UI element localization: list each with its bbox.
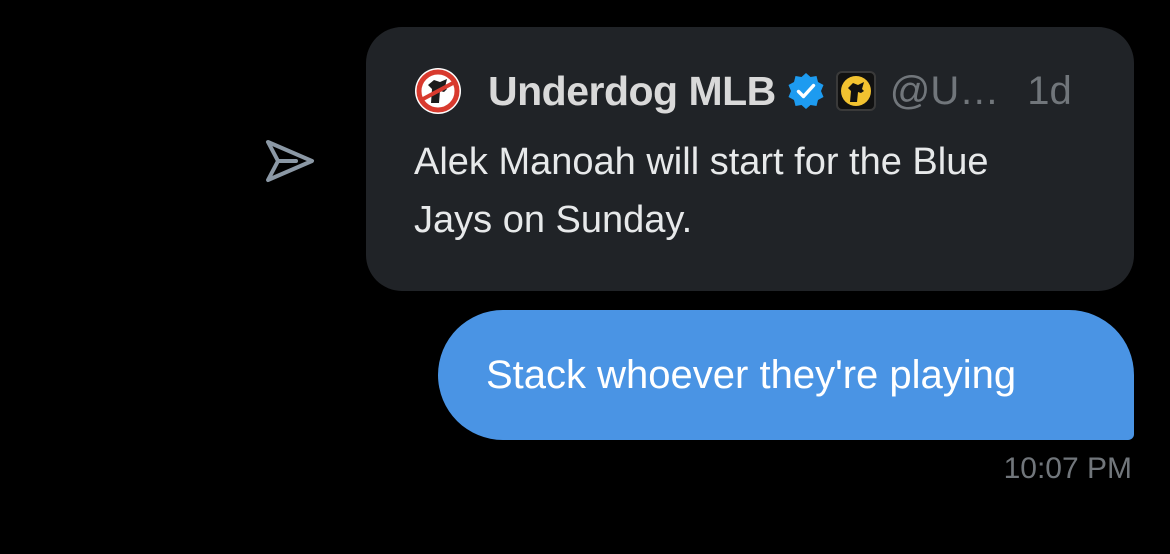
quoted-post-text: Alek Manoah will start for the Blue Jays… xyxy=(414,141,989,241)
message-timestamp: 10:07 PM xyxy=(1003,452,1132,485)
quoted-post-card[interactable]: Underdog MLB @U… 1d Alek Manoah will sta… xyxy=(366,27,1134,291)
sent-message-bubble[interactable]: Stack whoever they're playing xyxy=(438,310,1134,440)
quoted-author-handle[interactable]: @U… xyxy=(890,69,1000,114)
underdog-logo-icon[interactable] xyxy=(414,67,462,115)
quoted-post-time: 1d xyxy=(1027,68,1072,113)
verified-badge-icon xyxy=(786,71,826,111)
quoted-author-name[interactable]: Underdog MLB xyxy=(488,68,776,115)
share-quoted-post-icon[interactable] xyxy=(262,136,318,186)
underdog-affiliate-badge-icon[interactable] xyxy=(835,71,876,111)
quoted-post-header: Underdog MLB @U… 1d xyxy=(414,65,1072,117)
sent-message-text: Stack whoever they're playing xyxy=(486,352,1017,397)
